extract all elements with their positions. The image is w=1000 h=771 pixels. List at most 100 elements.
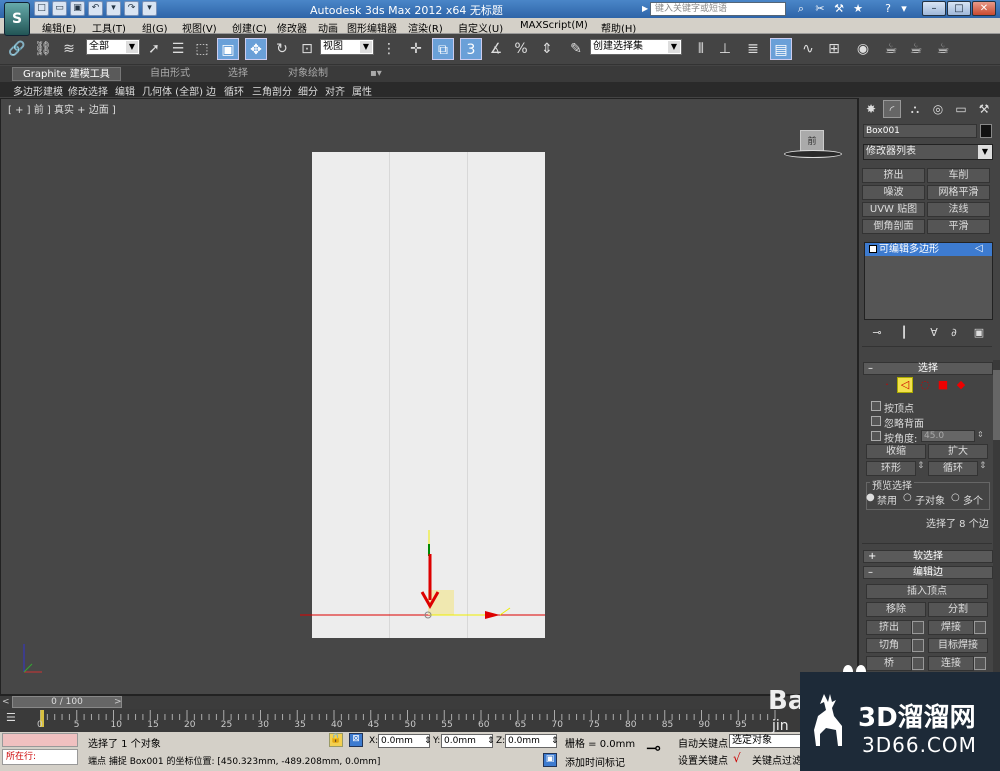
rollout-soft-selection-header[interactable]: + 软选择 [863, 550, 993, 563]
element-mode-icon[interactable]: ◆ [954, 378, 968, 392]
menu-tools[interactable]: 工具(T) [92, 20, 126, 35]
polygon-mode-icon[interactable]: ■ [936, 378, 950, 392]
named-selection-dropdown[interactable]: 创建选择集 ▼ [590, 39, 682, 55]
shrink-button[interactable]: 收缩 [866, 444, 926, 459]
search-expand-icon[interactable]: ▶ [642, 4, 648, 13]
menu-group[interactable]: 组(G) [142, 20, 168, 35]
maximize-button[interactable]: □ [947, 1, 971, 16]
object-color-swatch[interactable] [980, 124, 992, 138]
align-icon[interactable]: ⊥ [714, 38, 736, 60]
by-vertex-checkbox[interactable] [871, 401, 881, 411]
panel-properties[interactable]: 属性 [352, 83, 372, 98]
object-name-field[interactable]: Box001 [863, 124, 977, 138]
configure-modifier-sets-icon[interactable]: ▣ [970, 326, 988, 340]
unlink-icon[interactable]: ⛓ [32, 38, 54, 60]
menu-graph-editors[interactable]: 图形编辑器 [347, 20, 397, 35]
angle-spinner-icon[interactable]: ⇕ [977, 430, 984, 439]
time-slider[interactable] [0, 695, 860, 709]
menu-views[interactable]: 视图(V) [182, 20, 217, 35]
select-by-name-icon[interactable]: ☰ [167, 38, 189, 60]
panel-subdivision[interactable]: 细分 [298, 83, 318, 98]
select-rotate-icon[interactable]: ↻ [271, 38, 293, 60]
modifier-uvw-map-button[interactable]: UVW 贴图 [862, 202, 925, 217]
angle-snap-icon[interactable]: ∡ [485, 38, 507, 60]
time-slider-thumb[interactable]: 0 / 100 [12, 696, 122, 708]
make-unique-icon[interactable]: ∀ [925, 326, 943, 340]
modifier-smooth-button[interactable]: 平滑 [927, 219, 990, 234]
window-crossing-icon[interactable]: ▣ [217, 38, 239, 60]
material-editor-icon[interactable]: ◉ [852, 38, 874, 60]
prev-frame-icon[interactable]: < [2, 697, 10, 707]
pivot-center-icon[interactable]: ⋮ [378, 38, 400, 60]
grow-button[interactable]: 扩大 [928, 444, 988, 459]
stack-item-editable-poly[interactable]: 可编辑多边形 [865, 243, 992, 256]
pin-stack-icon[interactable]: ⊸ [868, 326, 886, 340]
communication-icon[interactable]: ⚒ [831, 2, 847, 16]
schematic-view-icon[interactable]: ⊞ [823, 38, 845, 60]
minimize-button[interactable]: – [922, 1, 946, 16]
ignore-backfacing-checkbox[interactable] [871, 416, 881, 426]
tab-selection[interactable]: 选择 [218, 67, 258, 81]
modifier-on-icon[interactable]: ◁ [975, 243, 983, 254]
extrude-button[interactable]: 挤出 [866, 620, 912, 635]
tab-graphite-modeling[interactable]: Graphite 建模工具 [12, 67, 121, 81]
panel-scrollbar-thumb[interactable] [993, 370, 1000, 440]
panel-polygon-modeling[interactable]: 多边形建模 [13, 83, 63, 98]
show-end-result-icon[interactable]: ┃ [895, 326, 913, 340]
menu-modifiers[interactable]: 修改器 [277, 20, 307, 35]
select-move-icon[interactable]: ✥ [245, 38, 267, 60]
hierarchy-panel-icon[interactable]: ⛬ [906, 100, 924, 118]
border-mode-icon[interactable]: ◌ [918, 378, 932, 392]
panel-loops[interactable]: 循环 [224, 83, 244, 98]
auto-key-button[interactable]: 自动关键点 [678, 735, 728, 750]
ring-spinner-icon[interactable]: ⇕ [917, 461, 925, 471]
radio-multi-icon[interactable]: ○ [951, 492, 960, 503]
tab-object-paint[interactable]: 对象绘制 [278, 67, 338, 81]
radio-disabled-icon[interactable]: ● [866, 492, 875, 503]
graphite-toggle-icon[interactable]: ▤ [770, 38, 792, 60]
weld-button[interactable]: 焊接 [928, 620, 974, 635]
time-tag-icon[interactable]: ▣ [543, 753, 557, 767]
connect-button[interactable]: 连接 [928, 656, 974, 671]
help-icon[interactable]: ? [880, 2, 896, 16]
z-spinner-icon[interactable]: ⇕ [551, 736, 559, 746]
remove-button[interactable]: 移除 [866, 602, 926, 617]
subscription-icon[interactable]: ✂ [812, 2, 828, 16]
set-key-button[interactable]: 设置关键点 [678, 752, 728, 767]
layer-manager-icon[interactable]: ≣ [742, 38, 764, 60]
edge-mode-icon[interactable]: ◁ [897, 377, 913, 393]
modifier-noise-button[interactable]: 噪波 [862, 185, 925, 200]
chamfer-button[interactable]: 切角 [866, 638, 912, 653]
undo-dropdown-icon[interactable]: ▾ [106, 1, 121, 16]
insert-vertex-button[interactable]: 插入顶点 [866, 584, 988, 599]
remove-modifier-icon[interactable]: ∂ [945, 326, 963, 340]
save-file-icon[interactable]: ▣ [70, 1, 85, 16]
viewport-label[interactable]: [ + ] 前 ] 真实 + 边面 ] [8, 101, 116, 116]
split-button[interactable]: 分割 [928, 602, 988, 617]
render-production-icon[interactable]: ☕ [932, 38, 954, 60]
help-dropdown-icon[interactable]: ▾ [896, 2, 912, 16]
modifier-list-dropdown[interactable]: 修改器列表 ▼ [863, 144, 993, 160]
rect-selection-icon[interactable]: ⬚ [191, 38, 213, 60]
new-file-icon[interactable]: □ [34, 1, 49, 16]
maxscript-listener[interactable] [2, 733, 78, 747]
expand-stack-icon[interactable] [869, 245, 877, 253]
loop-spinner-icon[interactable]: ⇕ [979, 461, 987, 471]
modifier-bevel-profile-button[interactable]: 倒角剖面 [862, 219, 925, 234]
set-key-mode-icon[interactable]: ⊸ [646, 738, 670, 759]
curve-editor-mini-icon[interactable]: ☰ [6, 711, 26, 725]
reference-coord-dropdown[interactable]: 视图 ▼ [320, 39, 374, 55]
menu-edit[interactable]: 编辑(E) [42, 20, 76, 35]
redo-dropdown-icon[interactable]: ▾ [142, 1, 157, 16]
render-setup-icon[interactable]: ☕ [880, 38, 902, 60]
vertex-mode-icon[interactable]: · [880, 378, 894, 392]
panel-tris[interactable]: 三角剖分 [252, 83, 292, 98]
link-icon[interactable]: 🔗 [6, 38, 28, 60]
spinner-snap-icon[interactable]: ⇕ [536, 38, 558, 60]
ring-button[interactable]: 环形 [866, 461, 916, 476]
rollout-selection-header[interactable]: – 选择 [863, 362, 993, 375]
menu-customize[interactable]: 自定义(U) [458, 20, 503, 35]
panel-edges[interactable]: 边 [206, 83, 216, 98]
mirror-icon[interactable]: ⫴ [690, 38, 712, 60]
rendered-frame-icon[interactable]: ☕ [905, 38, 927, 60]
